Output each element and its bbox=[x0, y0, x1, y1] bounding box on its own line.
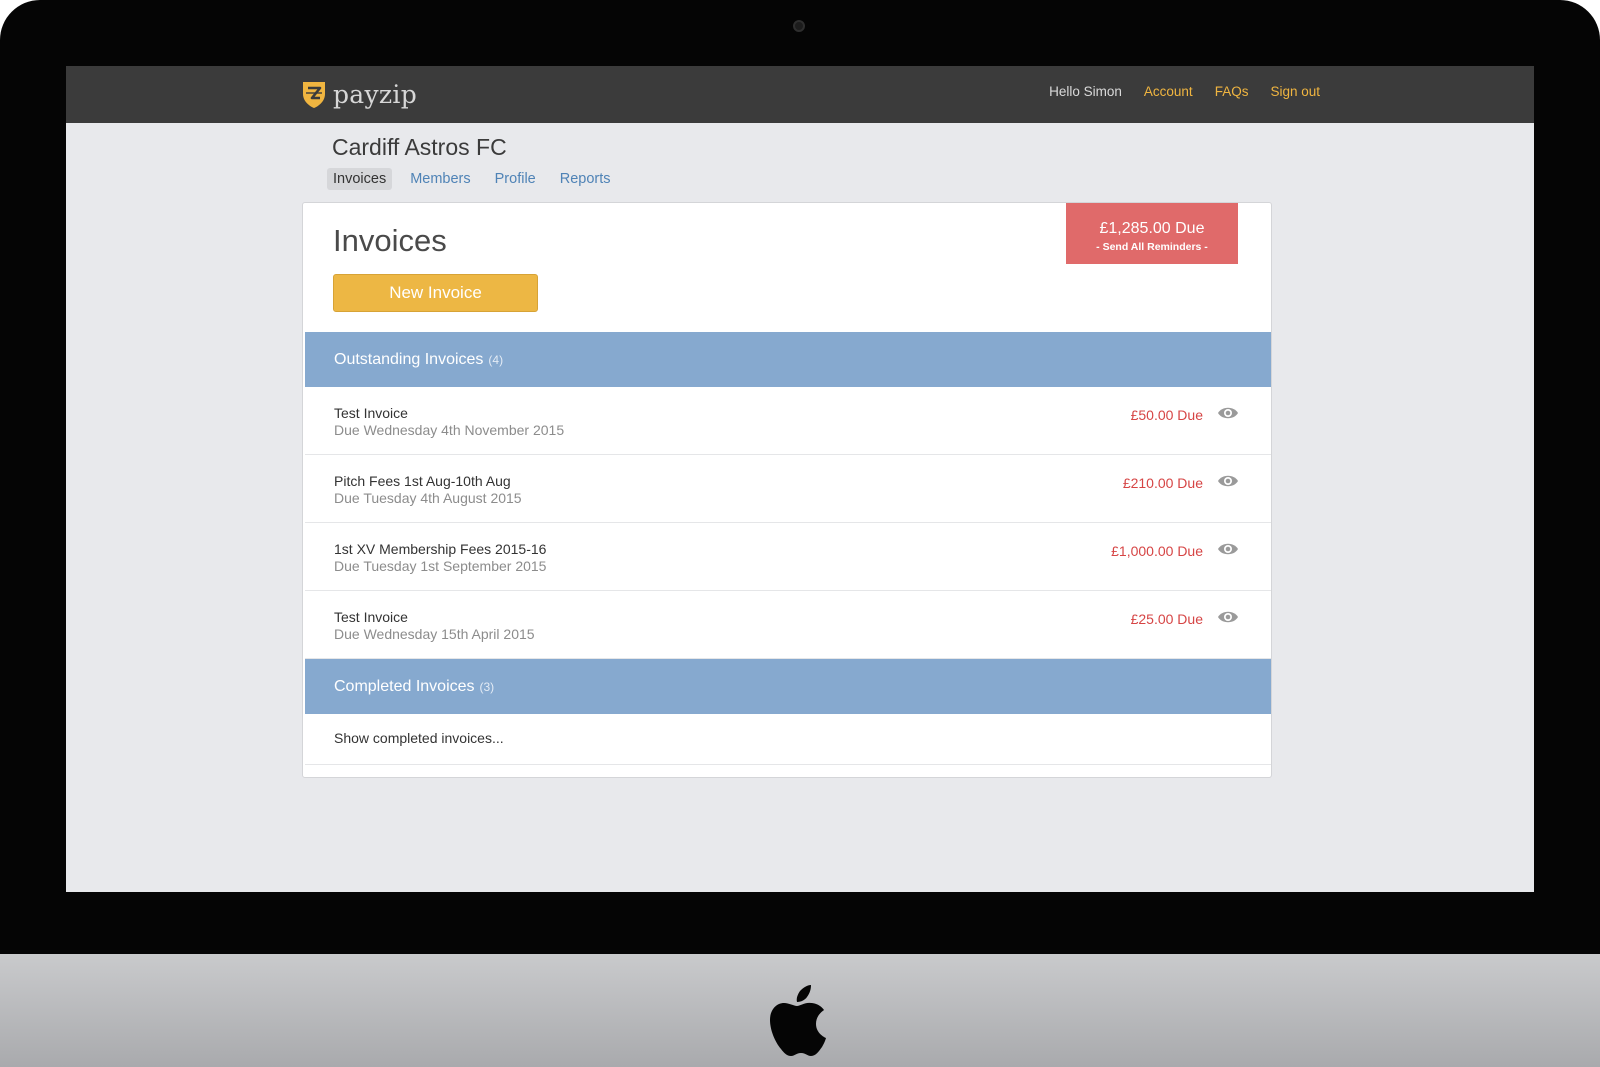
total-due-amount: £1,285.00 Due bbox=[1099, 220, 1205, 237]
tab-reports[interactable]: Reports bbox=[554, 168, 617, 190]
app-screen: payzip Hello Simon Account FAQs Sign out… bbox=[66, 66, 1534, 892]
eye-icon[interactable] bbox=[1217, 473, 1239, 489]
invoices-card: Invoices New Invoice £1,285.00 Due - Sen… bbox=[302, 202, 1272, 778]
tab-members[interactable]: Members bbox=[404, 168, 476, 190]
eye-icon[interactable] bbox=[1217, 609, 1239, 625]
faqs-link[interactable]: FAQs bbox=[1215, 84, 1249, 99]
imac-frame: payzip Hello Simon Account FAQs Sign out… bbox=[0, 0, 1600, 1067]
invoice-name: Test Invoice bbox=[334, 405, 408, 421]
payzip-shield-icon bbox=[303, 82, 325, 108]
completed-invoices-header: Completed Invoices (3) bbox=[305, 659, 1271, 714]
invoice-name: Pitch Fees 1st Aug-10th Aug bbox=[334, 473, 511, 489]
apple-logo-icon bbox=[770, 985, 826, 1056]
sign-out-link[interactable]: Sign out bbox=[1270, 84, 1320, 99]
org-tabs: Invoices Members Profile Reports bbox=[327, 168, 617, 190]
invoice-amount-due: £1,000.00 Due bbox=[1111, 543, 1203, 559]
invoice-name: Test Invoice bbox=[334, 609, 408, 625]
invoice-amount-due: £25.00 Due bbox=[1130, 611, 1203, 627]
page-title: Cardiff Astros FC bbox=[332, 134, 507, 160]
invoice-row[interactable]: Test Invoice Due Wednesday 15th April 20… bbox=[305, 591, 1271, 659]
top-bar: payzip Hello Simon Account FAQs Sign out bbox=[66, 66, 1534, 123]
eye-icon[interactable] bbox=[1217, 541, 1239, 557]
invoice-amount-due: £210.00 Due bbox=[1122, 475, 1203, 491]
invoice-row[interactable]: Test Invoice Due Wednesday 4th November … bbox=[305, 387, 1271, 455]
show-completed-link[interactable]: Show completed invoices... bbox=[334, 730, 504, 746]
camera-icon bbox=[793, 20, 805, 32]
account-link[interactable]: Account bbox=[1144, 84, 1193, 99]
invoice-row[interactable]: Pitch Fees 1st Aug-10th Aug Due Tuesday … bbox=[305, 455, 1271, 523]
invoice-due-date: Due Wednesday 15th April 2015 bbox=[334, 626, 535, 642]
tab-invoices[interactable]: Invoices bbox=[327, 168, 393, 190]
outstanding-invoices-count: (4) bbox=[488, 352, 504, 367]
brand-name: payzip bbox=[333, 79, 418, 109]
new-invoice-button[interactable]: New Invoice bbox=[333, 274, 538, 312]
completed-invoices-count: (3) bbox=[479, 679, 495, 694]
invoice-row[interactable]: 1st XV Membership Fees 2015-16 Due Tuesd… bbox=[305, 523, 1271, 591]
invoice-due-date: Due Wednesday 4th November 2015 bbox=[334, 422, 565, 438]
invoice-amount-due: £50.00 Due bbox=[1130, 407, 1203, 423]
invoice-due-date: Due Tuesday 1st September 2015 bbox=[334, 558, 547, 574]
brand-logo[interactable]: payzip bbox=[301, 77, 417, 111]
user-greeting: Hello Simon bbox=[1049, 84, 1122, 99]
outstanding-invoices-label: Outstanding Invoices bbox=[334, 350, 484, 368]
tab-profile[interactable]: Profile bbox=[489, 168, 542, 190]
divider bbox=[305, 764, 1271, 765]
outstanding-invoices-header: Outstanding Invoices (4) bbox=[305, 332, 1271, 387]
top-nav: Hello Simon Account FAQs Sign out bbox=[1049, 84, 1320, 99]
monitor-bezel: payzip Hello Simon Account FAQs Sign out… bbox=[0, 0, 1600, 954]
completed-invoices-label: Completed Invoices bbox=[334, 677, 475, 695]
invoice-name: 1st XV Membership Fees 2015-16 bbox=[334, 541, 547, 557]
invoices-heading: Invoices bbox=[333, 223, 447, 258]
invoice-due-date: Due Tuesday 4th August 2015 bbox=[334, 490, 522, 506]
eye-icon[interactable] bbox=[1217, 405, 1239, 421]
total-due-button[interactable]: £1,285.00 Due - Send All Reminders - bbox=[1066, 203, 1238, 264]
monitor-chin bbox=[0, 954, 1600, 1067]
send-all-reminders-label: - Send All Reminders - bbox=[1096, 241, 1208, 253]
